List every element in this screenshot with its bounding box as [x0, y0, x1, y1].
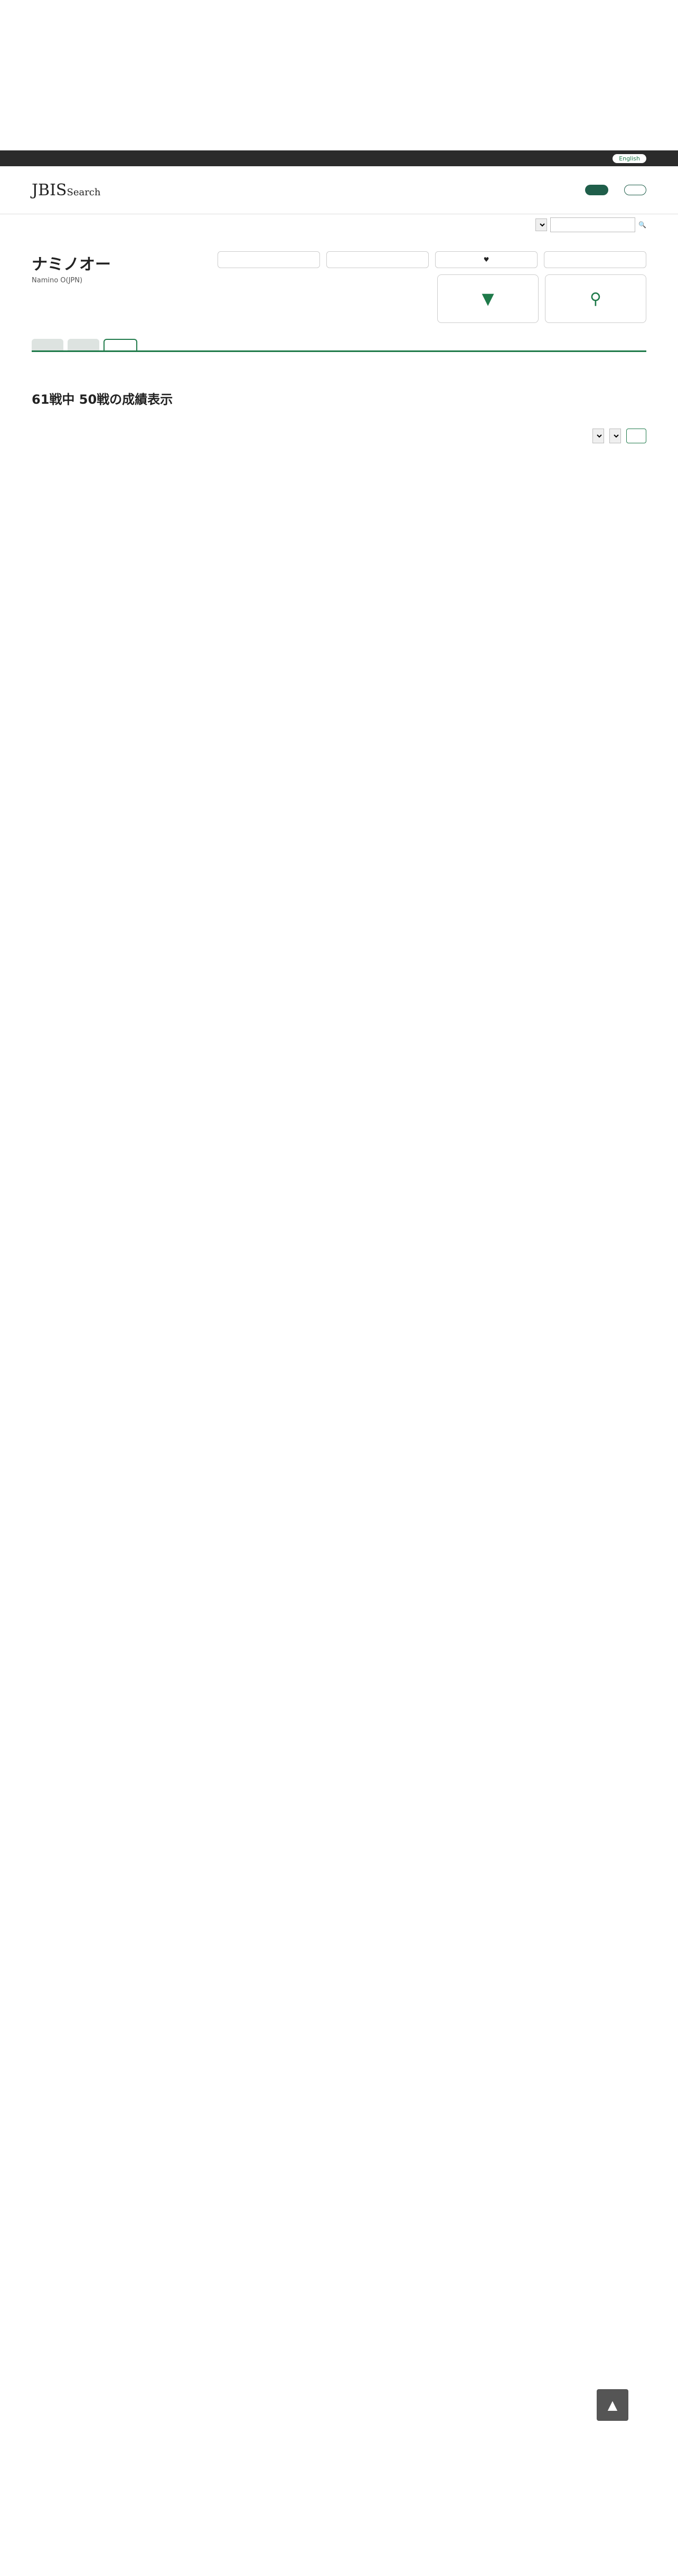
- search-input[interactable]: [550, 217, 636, 232]
- tab-basic[interactable]: [32, 339, 63, 350]
- heart-icon: ♥: [483, 256, 489, 263]
- tab-production[interactable]: [68, 339, 99, 350]
- horse-header: ナミノオー Namino O(JPN) ♥ ▼ ⚲: [0, 235, 678, 323]
- section-title: 61戦中 50戦の成績表示: [32, 392, 173, 407]
- search-sibling-button[interactable]: ⚲: [545, 274, 646, 323]
- footer: [0, 470, 678, 554]
- breadcrumb-row: 🔍: [0, 214, 678, 235]
- horse-icon: ▼: [482, 289, 494, 308]
- top-blank-band: [0, 0, 678, 150]
- premium-button[interactable]: [585, 185, 608, 195]
- horse-name: ナミノオー: [32, 255, 111, 274]
- filters: [32, 429, 646, 443]
- site-bar: English: [0, 150, 678, 166]
- jbis-logo[interactable]: JBISSearch: [32, 181, 100, 199]
- show-button[interactable]: [626, 429, 646, 443]
- search-icon[interactable]: 🔍: [638, 221, 646, 229]
- favorite-button[interactable]: ♥: [435, 251, 538, 268]
- page-top-button[interactable]: ▲: [597, 2389, 628, 2421]
- blacktype-button[interactable]: [544, 251, 646, 268]
- action-panel: ♥ ▼ ⚲: [218, 251, 646, 323]
- csv-button[interactable]: [218, 251, 320, 268]
- member-button[interactable]: [624, 185, 646, 195]
- search-box: 🔍: [535, 217, 646, 232]
- id-button[interactable]: [326, 251, 429, 268]
- search-type-select[interactable]: [535, 218, 548, 231]
- header: JBISSearch: [0, 166, 678, 214]
- main-nav: [585, 185, 646, 195]
- order-select[interactable]: [592, 429, 604, 443]
- direction-select[interactable]: [609, 429, 621, 443]
- arrow-up-icon: ▲: [607, 2398, 618, 2412]
- magnifier-icon: ⚲: [590, 289, 601, 308]
- english-button[interactable]: English: [613, 154, 646, 163]
- main-tabs: [32, 339, 646, 352]
- tab-racing[interactable]: [103, 339, 137, 350]
- horse-name-en: Namino O(JPN): [32, 277, 83, 284]
- create-mating-button[interactable]: ▼: [437, 274, 539, 323]
